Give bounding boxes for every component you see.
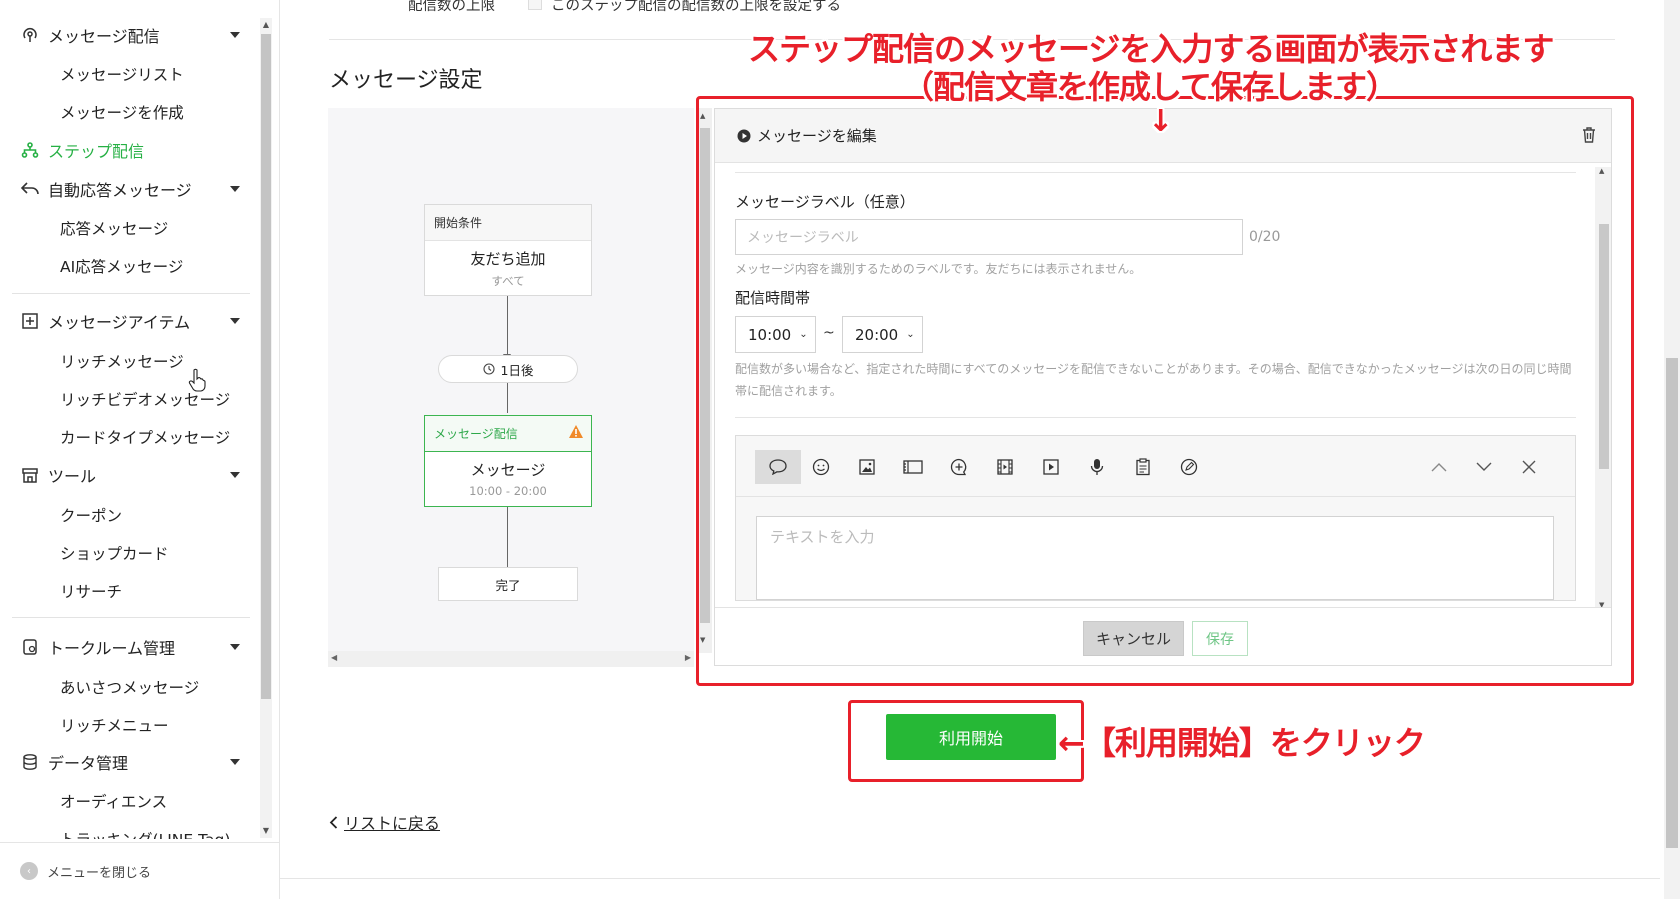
nav-item-message-list[interactable]: メッセージリスト <box>60 63 184 85</box>
chevron-left-icon: ‹ <box>20 862 38 880</box>
database-icon <box>20 752 40 772</box>
flow-start-node[interactable]: 開始条件 友だち追加 すべて <box>424 204 592 296</box>
back-to-list-link[interactable]: リストに戻る <box>329 810 440 834</box>
nav-item-shop-card[interactable]: ショップカード <box>60 542 169 564</box>
chat-settings-icon <box>20 637 40 657</box>
flow-start-title: 友だち追加 <box>470 250 546 268</box>
nav-auto-reply[interactable]: 自動応答メッセージ <box>20 174 240 204</box>
caret-down-icon <box>230 759 240 765</box>
flow-horizontal-scrollbar[interactable]: ◀ ▶ <box>328 651 694 667</box>
nav-item-ai-reply[interactable]: AI応答メッセージ <box>60 255 183 277</box>
nav-label: データ管理 <box>48 754 129 773</box>
scroll-up-icon[interactable]: ▲ <box>261 20 271 29</box>
back-link-label: リストに戻る <box>344 814 441 833</box>
flow-start-header: 開始条件 <box>425 205 591 241</box>
nav-item-coupon[interactable]: クーポン <box>60 504 122 526</box>
nav-label: トークルーム管理 <box>48 639 176 658</box>
annotation-highlight-editor <box>696 96 1634 686</box>
scroll-down-icon[interactable]: ▼ <box>261 826 271 835</box>
nav-label: 自動応答メッセージ <box>48 181 192 200</box>
flow-delay-pill[interactable]: 1日後 <box>438 355 578 383</box>
clock-icon <box>482 363 495 375</box>
shop-icon <box>20 465 40 485</box>
nav-data-management[interactable]: データ管理 <box>20 747 240 777</box>
flow-start-sub: すべて <box>491 274 525 288</box>
nav-message-items[interactable]: メッセージアイテム <box>20 306 240 336</box>
nav-label: メッセージアイテム <box>48 313 191 332</box>
plus-square-icon <box>20 311 40 331</box>
warning-icon <box>568 424 584 442</box>
nav-item-reply-message[interactable]: 応答メッセージ <box>60 217 168 239</box>
step-tree-icon <box>20 140 40 160</box>
nav-item-greeting[interactable]: あいさつメッセージ <box>60 676 199 698</box>
nav-tools[interactable]: ツール <box>20 460 240 490</box>
scroll-left-icon[interactable]: ◀ <box>331 653 337 662</box>
sidebar-scroll-thumb[interactable] <box>261 34 271 699</box>
close-menu-label: メニューを閉じる <box>47 865 152 881</box>
nav-item-card-type[interactable]: カードタイプメッセージ <box>60 426 230 448</box>
flow-message-sub: 10:00 - 20:00 <box>469 484 547 498</box>
flow-message-title: メッセージ <box>470 461 546 479</box>
limit-label: 配信数の上限 <box>408 0 495 14</box>
caret-down-icon <box>230 472 240 478</box>
nav-item-create-message[interactable]: メッセージを作成 <box>60 101 184 123</box>
nav-label: ツール <box>48 467 97 486</box>
nav-step-delivery[interactable]: ステップ配信 <box>20 135 240 165</box>
flow-connector <box>507 507 508 571</box>
nav-item-research[interactable]: リサーチ <box>60 580 122 602</box>
flow-message-node[interactable]: メッセージ配信 メッセージ 10:00 - 20:00 <box>424 415 592 507</box>
nav-talk-room[interactable]: トークルーム管理 <box>20 632 240 662</box>
caret-down-icon <box>230 32 240 38</box>
flow-delay-label: 1日後 <box>500 362 534 378</box>
flow-connector <box>507 383 508 413</box>
nav-label: メッセージ配信 <box>48 27 160 46</box>
hand-cursor-icon <box>188 368 206 392</box>
annotation-subtitle: （配信文章を作成して保存します） <box>902 68 1398 106</box>
scroll-right-icon[interactable]: ▶ <box>685 653 691 662</box>
section-title: メッセージ設定 <box>329 68 483 93</box>
divider <box>12 293 250 294</box>
nav-item-tracking[interactable]: トラッキング(LINE Tag) <box>60 828 230 839</box>
flow-message-header-label: メッセージ配信 <box>434 427 518 441</box>
divider <box>12 617 250 618</box>
nav-item-audience[interactable]: オーディエンス <box>60 790 167 812</box>
nav-label: ステップ配信 <box>48 142 145 161</box>
sidebar: メッセージ配信 メッセージリスト メッセージを作成 ステップ配信 自動応答メッセ… <box>0 0 280 899</box>
flow-end-node[interactable]: 完了 <box>438 567 578 601</box>
annotation-click-note: ←【利用開始】をクリック <box>1058 724 1426 762</box>
flow-end-label: 完了 <box>495 577 521 593</box>
flow-diagram: 開始条件 友だち追加 すべて 1日後 メッセージ配信 メッセージ 10:00 -… <box>328 108 694 653</box>
limit-checkbox[interactable] <box>528 0 542 10</box>
flow-connector <box>507 296 508 356</box>
limit-checkbox-label[interactable]: このステップ配信の配信数の上限を設定する <box>551 0 841 15</box>
flow-message-header: メッセージ配信 <box>425 416 591 452</box>
broadcast-icon <box>20 25 40 45</box>
nav-message-broadcast[interactable]: メッセージ配信 <box>20 20 240 50</box>
chevron-left-icon <box>329 814 338 833</box>
annotation-highlight-start-button <box>848 700 1084 782</box>
divider <box>280 878 1660 879</box>
annotation-down-arrow: ↓ <box>1148 104 1174 139</box>
reply-arrow-icon <box>20 179 40 199</box>
close-menu-button[interactable]: ‹ メニューを閉じる <box>0 842 280 899</box>
caret-down-icon <box>230 318 240 324</box>
page-scroll-thumb[interactable] <box>1666 358 1678 848</box>
nav-item-rich-menu[interactable]: リッチメニュー <box>60 714 169 736</box>
caret-down-icon <box>230 186 240 192</box>
nav-item-rich-message[interactable]: リッチメッセージ <box>60 350 184 372</box>
caret-down-icon <box>230 644 240 650</box>
